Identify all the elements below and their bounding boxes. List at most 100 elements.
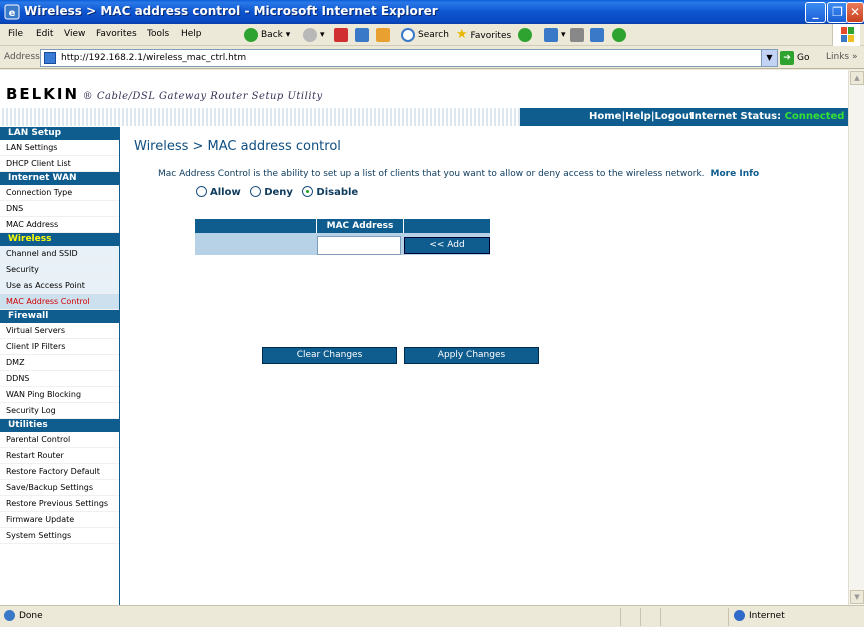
menu-view[interactable]: View	[64, 29, 85, 39]
messenger-button[interactable]	[612, 27, 629, 43]
mac-address-input[interactable]	[317, 236, 401, 255]
radio-deny[interactable]: Deny	[250, 186, 293, 198]
status-zone-label: Internet	[749, 611, 785, 621]
page-icon	[44, 52, 56, 64]
more-info-link[interactable]: More Info	[711, 169, 760, 179]
go-arrow-icon: ➔	[780, 51, 794, 65]
brand-bar: BELKIN ® Cable/DSL Gateway Router Setup …	[0, 70, 848, 108]
radio-disable-button[interactable]	[302, 186, 314, 197]
go-label: Go	[797, 53, 810, 63]
links-label: Links	[826, 52, 850, 62]
favorites-button[interactable]: ★ Favorites	[456, 27, 511, 43]
sidebar-item-security[interactable]: Security	[0, 262, 119, 278]
internet-status: Internet Status: Connected	[691, 111, 844, 122]
windows-logo-icon	[832, 24, 860, 46]
print-button[interactable]	[570, 27, 587, 43]
sidebar-item-security-log[interactable]: Security Log	[0, 403, 119, 419]
sidebar-item-channel-and-ssid[interactable]: Channel and SSID	[0, 246, 119, 262]
mac-table-header-action	[404, 219, 490, 233]
go-button[interactable]: ➔ Go	[780, 51, 809, 65]
sidebar-item-restore-previous-settings[interactable]: Restore Previous Settings	[0, 496, 119, 512]
title-bar: e Wireless > MAC address control - Micro…	[0, 0, 864, 24]
sidebar-item-use-as-access-point[interactable]: Use as Access Point	[0, 278, 119, 294]
sidebar-item-lan-settings[interactable]: LAN Settings	[0, 140, 119, 156]
description-text: Mac Address Control is the ability to se…	[158, 169, 705, 179]
sidebar-item-mac-address[interactable]: MAC Address	[0, 217, 119, 233]
status-separator	[620, 608, 621, 626]
sidebar-item-dmz[interactable]: DMZ	[0, 355, 119, 371]
sidebar-item-dhcp-client-list[interactable]: DHCP Client List	[0, 156, 119, 172]
links-button[interactable]: Links »	[826, 52, 858, 62]
close-button[interactable]: ✕	[846, 2, 864, 23]
mac-table-header-blank	[195, 219, 317, 233]
mac-table-header-mac: MAC Address	[317, 219, 404, 233]
search-label: Search	[418, 30, 449, 40]
sidebar-section-wireless: Wireless	[0, 233, 119, 246]
sidebar-item-dns[interactable]: DNS	[0, 201, 119, 217]
sidebar-item-virtual-servers[interactable]: Virtual Servers	[0, 323, 119, 339]
address-label: Address	[4, 52, 40, 62]
scroll-up-icon[interactable]: ▲	[850, 71, 864, 85]
sidebar-item-save-backup-settings[interactable]: Save/Backup Settings	[0, 480, 119, 496]
edit-button[interactable]	[590, 27, 607, 43]
add-button[interactable]: << Add	[404, 237, 490, 254]
refresh-icon	[355, 27, 369, 42]
back-button[interactable]: Back ▾	[244, 27, 290, 43]
status-zone: Internet	[734, 610, 785, 621]
apply-changes-button[interactable]: Apply Changes	[404, 347, 539, 364]
history-button[interactable]	[518, 27, 535, 43]
sidebar-item-restart-router[interactable]: Restart Router	[0, 448, 119, 464]
page-done-icon	[4, 610, 15, 621]
address-input[interactable]: http://192.168.2.1/wireless_mac_ctrl.htm…	[40, 49, 778, 67]
svg-text:e: e	[9, 8, 16, 19]
edit-icon	[590, 27, 604, 42]
sidebar-section-firewall: Firewall	[0, 310, 119, 323]
brand-subtitle: Cable/DSL Gateway Router Setup Utility	[96, 91, 323, 102]
mac-control-mode: Allow Deny Disable	[196, 186, 364, 198]
vertical-scrollbar[interactable]: ▲ ▼	[848, 70, 864, 605]
top-nav-links[interactable]: Home|Help|Logout	[589, 111, 694, 122]
mail-button[interactable]: ▾	[544, 27, 566, 43]
sidebar-item-wan-ping-blocking[interactable]: WAN Ping Blocking	[0, 387, 119, 403]
sidebar-item-system-settings[interactable]: System Settings	[0, 528, 119, 544]
menu-favorites[interactable]: Favorites	[96, 29, 137, 39]
stop-button[interactable]	[334, 27, 351, 43]
search-icon	[401, 27, 415, 42]
sidebar-section-utilities: Utilities	[0, 419, 119, 432]
menu-file[interactable]: File	[8, 29, 23, 39]
radio-disable[interactable]: Disable	[302, 186, 359, 198]
back-arrow-icon	[244, 27, 258, 42]
menu-help[interactable]: Help	[181, 29, 202, 39]
clear-changes-button[interactable]: Clear Changes	[262, 347, 397, 364]
home-button[interactable]	[376, 27, 393, 43]
sidebar-item-mac-address-control[interactable]: MAC Address Control	[0, 294, 119, 310]
scroll-down-icon[interactable]: ▼	[850, 590, 864, 604]
main-panel: Wireless > MAC address control Mac Addre…	[121, 127, 848, 605]
status-separator	[640, 608, 641, 626]
radio-deny-button[interactable]	[250, 186, 262, 197]
radio-allow-button[interactable]	[196, 186, 207, 197]
radio-allow[interactable]: Allow	[196, 186, 241, 198]
description: Mac Address Control is the ability to se…	[158, 169, 759, 179]
radio-disable-label: Disable	[316, 186, 359, 198]
sidebar-item-restore-factory-default[interactable]: Restore Factory Default	[0, 464, 119, 480]
star-icon: ★	[456, 27, 468, 42]
sidebar-item-firmware-update[interactable]: Firmware Update	[0, 512, 119, 528]
address-dropdown-icon[interactable]: ▼	[761, 50, 777, 66]
refresh-button[interactable]	[355, 27, 372, 43]
sidebar-item-connection-type[interactable]: Connection Type	[0, 185, 119, 201]
sidebar-item-parental-control[interactable]: Parental Control	[0, 432, 119, 448]
maximize-button[interactable]: ❐	[827, 2, 848, 23]
forward-button[interactable]: ▾	[303, 27, 325, 43]
history-icon	[518, 27, 532, 42]
menu-tools[interactable]: Tools	[147, 29, 169, 39]
sidebar-item-client-ip-filters[interactable]: Client IP Filters	[0, 339, 119, 355]
print-icon	[570, 27, 584, 42]
minimize-button[interactable]: _	[805, 2, 826, 23]
belkin-logo: BELKIN ® Cable/DSL Gateway Router Setup …	[6, 85, 323, 103]
search-button[interactable]: Search	[401, 27, 449, 43]
sidebar-item-ddns[interactable]: DDNS	[0, 371, 119, 387]
mac-address-table: MAC Address << Add	[195, 219, 490, 255]
menu-edit[interactable]: Edit	[36, 29, 53, 39]
radio-allow-label: Allow	[210, 186, 241, 198]
